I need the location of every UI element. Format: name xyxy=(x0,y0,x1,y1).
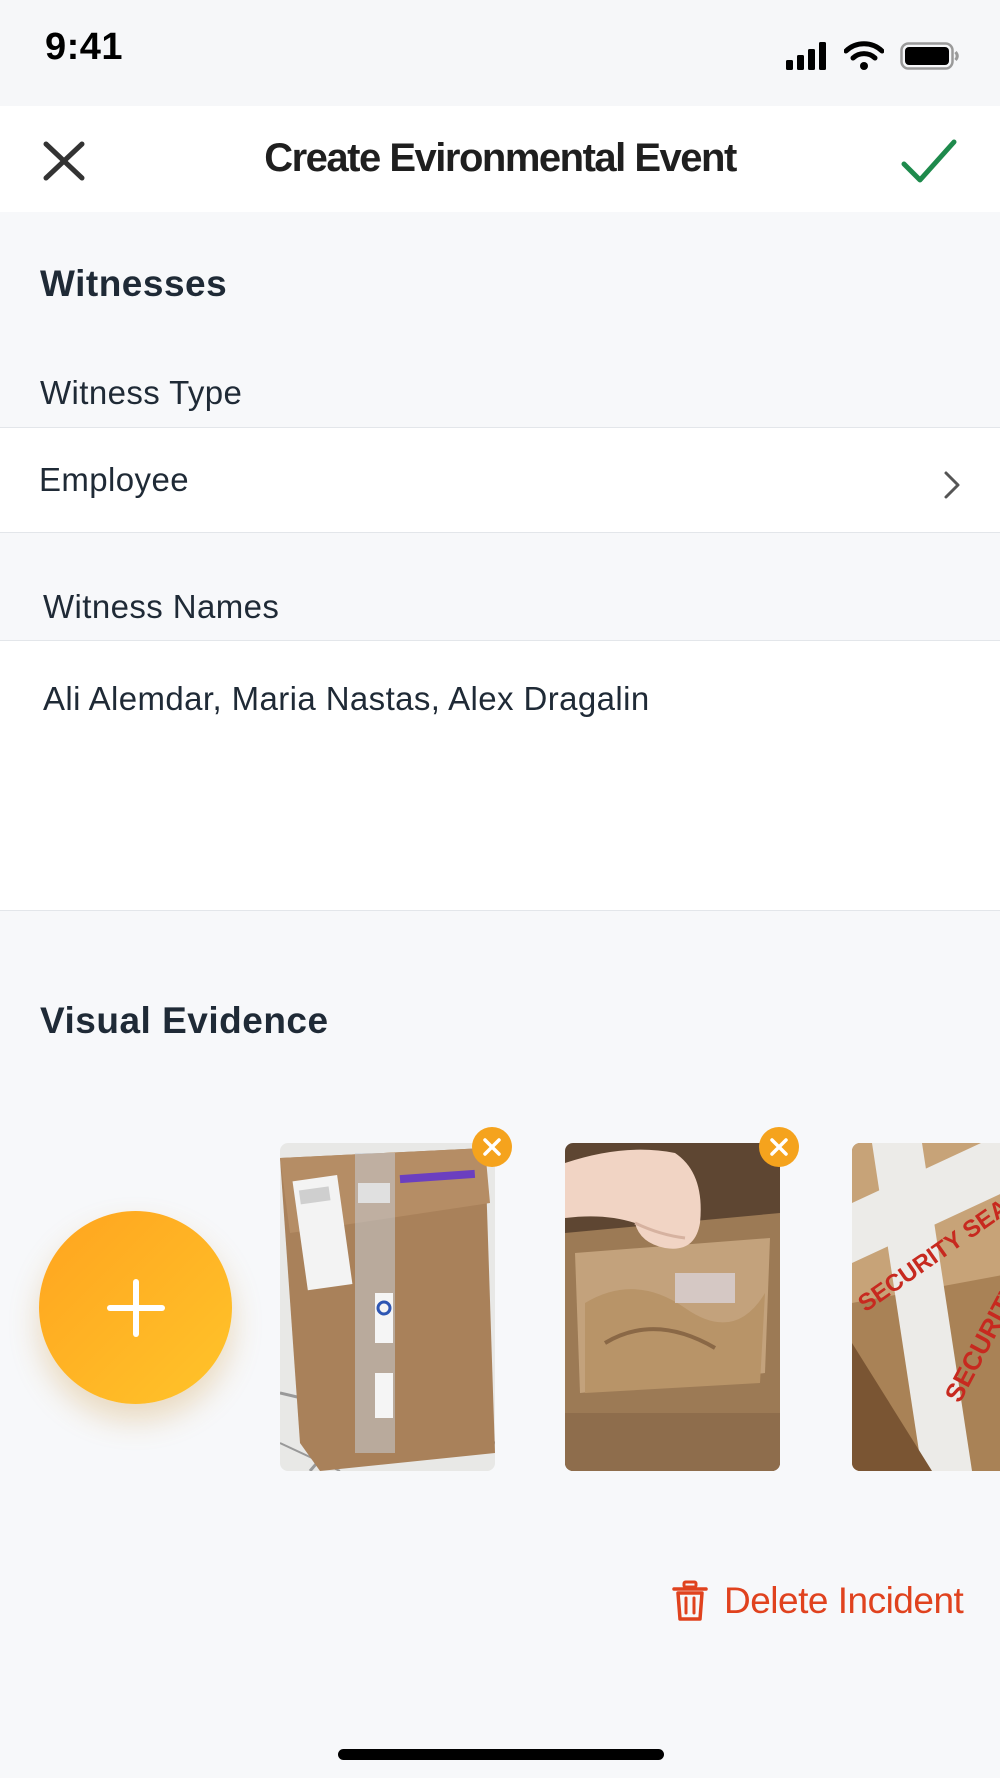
chevron-right-icon xyxy=(944,471,960,499)
status-time: 9:41 xyxy=(45,26,124,68)
delete-incident-button[interactable]: Delete Incident xyxy=(672,1576,964,1626)
photo-security-seal-box[interactable]: SECURITY SEAL SECURITY SEAL xyxy=(852,1143,1000,1471)
visual-evidence-section-title: Visual Evidence xyxy=(40,1000,329,1041)
wifi-icon xyxy=(844,41,884,70)
photo-opened-box[interactable] xyxy=(565,1143,780,1471)
cellular-signal-icon xyxy=(786,42,826,70)
remove-photo-2-button[interactable] xyxy=(759,1127,799,1167)
witness-type-value: Employee xyxy=(39,461,189,498)
close-icon[interactable] xyxy=(40,138,88,184)
checkmark-icon[interactable] xyxy=(900,136,958,186)
page-title: Create Evironmental Event xyxy=(264,136,737,180)
home-indicator[interactable] xyxy=(338,1749,664,1760)
close-icon xyxy=(770,1138,788,1156)
trash-icon xyxy=(672,1580,708,1621)
add-photo-button[interactable] xyxy=(39,1211,232,1404)
witness-type-label: Witness Type xyxy=(40,374,243,411)
witnesses-section-title: Witnesses xyxy=(40,263,228,304)
remove-photo-1-button[interactable] xyxy=(472,1127,512,1167)
delete-incident-label: Delete Incident xyxy=(724,1580,964,1621)
photo-taped-box[interactable] xyxy=(280,1143,495,1471)
close-icon xyxy=(483,1138,501,1156)
plus-icon xyxy=(107,1279,165,1337)
battery-icon xyxy=(900,42,959,70)
witness-names-value: Ali Alemdar, Maria Nastas, Alex Dragalin xyxy=(43,680,650,717)
witness-names-label: Witness Names xyxy=(43,588,280,625)
